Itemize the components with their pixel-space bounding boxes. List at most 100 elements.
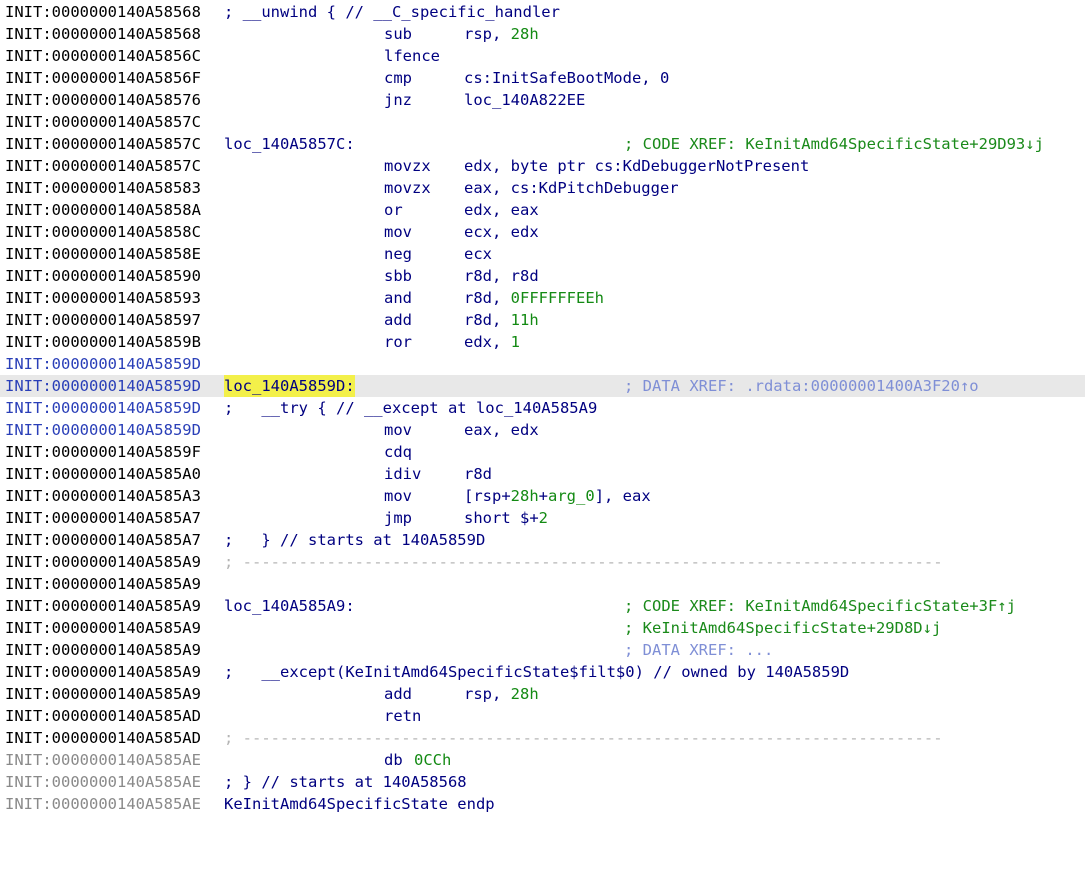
listing-line[interactable]: INIT:0000000140A585AD retn (0, 705, 1085, 727)
numeric-literal: 2 (538, 509, 548, 527)
address: INIT:0000000140A5858A (5, 201, 201, 219)
mnemonic[interactable]: movzx (384, 177, 431, 199)
address: INIT:0000000140A5856C (5, 47, 201, 65)
mnemonic[interactable]: sub (384, 23, 412, 45)
mnemonic[interactable]: db (384, 749, 403, 771)
mnemonic[interactable]: ror (384, 331, 412, 353)
mnemonic[interactable]: and (384, 287, 412, 309)
mnemonic[interactable]: cdq (384, 441, 412, 463)
operands[interactable]: short $+2 (464, 507, 548, 529)
disassembly-listing[interactable]: INIT:0000000140A58568 ; __unwind { // __… (0, 0, 1085, 815)
data-xref-comment[interactable]: ; DATA XREF: ... (624, 639, 773, 661)
listing-line[interactable]: INIT:0000000140A585A9 add rsp, 28h (0, 683, 1085, 705)
mnemonic[interactable]: mov (384, 221, 412, 243)
mnemonic[interactable]: mov (384, 419, 412, 441)
xref-comment[interactable]: ; CODE XREF: KeInitAmd64SpecificState+3F… (624, 595, 1016, 617)
mnemonic[interactable]: jmp (384, 507, 412, 529)
listing-line[interactable]: INIT:0000000140A585AE db 0CCh (0, 749, 1085, 771)
mnemonic[interactable]: jnz (384, 89, 412, 111)
stack-var: arg_0 (548, 487, 595, 505)
operands[interactable]: eax, edx (464, 419, 539, 441)
address: INIT:0000000140A5856F (5, 69, 201, 87)
operands[interactable]: ecx, edx (464, 221, 539, 243)
listing-line[interactable]: INIT:0000000140A58576 jnz loc_140A822EE (0, 89, 1085, 111)
operands[interactable]: edx, byte ptr cs:KdDebuggerNotPresent (464, 155, 809, 177)
code-label[interactable]: loc_140A5857C: (224, 133, 355, 155)
operands[interactable]: r8d (464, 463, 492, 485)
listing-line[interactable]: INIT:0000000140A5857C (0, 111, 1085, 133)
address: INIT:0000000140A5859D (5, 421, 201, 439)
function-end: KeInitAmd64SpecificState endp (224, 795, 495, 813)
jump-target[interactable]: loc_140A822EE (464, 89, 585, 111)
mnemonic[interactable]: sbb (384, 265, 412, 287)
listing-line[interactable]: INIT:0000000140A58590 sbb r8d, r8d (0, 265, 1085, 287)
numeric-literal: 28h (510, 685, 539, 703)
numeric-literal[interactable]: 0CCh (414, 749, 451, 771)
listing-line[interactable]: INIT:0000000140A5856C lfence (0, 45, 1085, 67)
mnemonic[interactable]: lfence (384, 45, 440, 67)
listing-line[interactable]: INIT:0000000140A585A3 mov [rsp+28h+arg_0… (0, 485, 1085, 507)
operands[interactable]: rsp, 28h (464, 23, 539, 45)
address: INIT:0000000140A5857C (5, 135, 201, 153)
operands[interactable]: r8d, 0FFFFFFEEh (464, 287, 604, 309)
listing-line[interactable]: INIT:0000000140A585AD ; ----------------… (0, 727, 1085, 749)
operands[interactable]: ecx (464, 243, 492, 265)
address: INIT:0000000140A58568 (5, 3, 201, 21)
mnemonic[interactable]: or (384, 199, 403, 221)
listing-line[interactable]: INIT:0000000140A58568 sub rsp, 28h (0, 23, 1085, 45)
listing-line[interactable]: INIT:0000000140A5858C mov ecx, edx (0, 221, 1085, 243)
listing-line[interactable]: INIT:0000000140A585A7 ; } // starts at 1… (0, 529, 1085, 551)
listing-line[interactable]: INIT:0000000140A585A9 ; __except(KeInitA… (0, 661, 1085, 683)
operands[interactable]: eax, cs:KdPitchDebugger (464, 177, 679, 199)
operands[interactable]: edx, 1 (464, 331, 520, 353)
data-xref-comment[interactable]: ; DATA XREF: .rdata:00000001400A3F20↑o (624, 375, 979, 397)
operands[interactable]: r8d, 11h (464, 309, 539, 331)
listing-line[interactable]: INIT:0000000140A585A9 ; DATA XREF: ... (0, 639, 1085, 661)
listing-line[interactable]: INIT:0000000140A58597 add r8d, 11h (0, 309, 1085, 331)
mnemonic[interactable]: mov (384, 485, 412, 507)
mnemonic[interactable]: neg (384, 243, 412, 265)
listing-line[interactable]: INIT:0000000140A585A7 jmp short $+2 (0, 507, 1085, 529)
operands[interactable]: r8d, r8d (464, 265, 539, 287)
listing-line[interactable]: INIT:0000000140A5856F cmp cs:InitSafeBoo… (0, 67, 1085, 89)
operands[interactable]: edx, eax (464, 199, 539, 221)
xref-comment[interactable]: ; KeInitAmd64SpecificState+29D8D↓j (624, 617, 941, 639)
mnemonic[interactable]: cmp (384, 67, 412, 89)
mnemonic[interactable]: add (384, 683, 412, 705)
operands[interactable]: [rsp+28h+arg_0], eax (464, 485, 651, 507)
listing-line[interactable]: INIT:0000000140A5858A or edx, eax (0, 199, 1085, 221)
listing-line[interactable]: INIT:0000000140A585AE KeInitAmd64Specifi… (0, 793, 1085, 815)
listing-line[interactable]: INIT:0000000140A5857C movzx edx, byte pt… (0, 155, 1085, 177)
listing-line[interactable]: INIT:0000000140A585A0 idiv r8d (0, 463, 1085, 485)
xref-comment[interactable]: ; CODE XREF: KeInitAmd64SpecificState+29… (624, 133, 1044, 155)
listing-line[interactable]: INIT:0000000140A58583 movzx eax, cs:KdPi… (0, 177, 1085, 199)
operands[interactable]: rsp, 28h (464, 683, 539, 705)
listing-line[interactable]: INIT:0000000140A585A9 ; ----------------… (0, 551, 1085, 573)
mnemonic[interactable]: movzx (384, 155, 431, 177)
address: INIT:0000000140A585A7 (5, 531, 201, 549)
listing-line[interactable]: INIT:0000000140A585A9 (0, 573, 1085, 595)
listing-line[interactable]: INIT:0000000140A5859D (0, 353, 1085, 375)
mnemonic[interactable]: idiv (384, 463, 421, 485)
separator-line: ; --------------------------------------… (224, 729, 943, 747)
listing-line[interactable]: INIT:0000000140A5859F cdq (0, 441, 1085, 463)
try-comment: ; __try { // __except at loc_140A585A9 (224, 399, 598, 417)
listing-line[interactable]: INIT:0000000140A585A9 loc_140A585A9: ; C… (0, 595, 1085, 617)
listing-line[interactable]: INIT:0000000140A5859D mov eax, edx (0, 419, 1085, 441)
current-listing-line[interactable]: INIT:0000000140A5859D loc_140A5859D: ; D… (0, 375, 1085, 397)
mnemonic[interactable]: add (384, 309, 412, 331)
listing-line[interactable]: INIT:0000000140A585A9 ; KeInitAmd64Speci… (0, 617, 1085, 639)
listing-line[interactable]: INIT:0000000140A5858E neg ecx (0, 243, 1085, 265)
address: INIT:0000000140A585A7 (5, 509, 201, 527)
listing-line[interactable]: INIT:0000000140A5859B ror edx, 1 (0, 331, 1085, 353)
listing-line[interactable]: INIT:0000000140A58568 ; __unwind { // __… (0, 1, 1085, 23)
listing-line[interactable]: INIT:0000000140A58593 and r8d, 0FFFFFFEE… (0, 287, 1085, 309)
operands[interactable]: cs:InitSafeBootMode, 0 (464, 67, 669, 89)
listing-line[interactable]: INIT:0000000140A5859D ; __try { // __exc… (0, 397, 1085, 419)
listing-line[interactable]: INIT:0000000140A585AE ; } // starts at 1… (0, 771, 1085, 793)
code-label[interactable]: loc_140A585A9: (224, 595, 355, 617)
highlighted-code-label[interactable]: loc_140A5859D: (224, 375, 355, 397)
address: INIT:0000000140A58568 (5, 25, 201, 43)
listing-line[interactable]: INIT:0000000140A5857C loc_140A5857C: ; C… (0, 133, 1085, 155)
mnemonic[interactable]: retn (384, 705, 421, 727)
